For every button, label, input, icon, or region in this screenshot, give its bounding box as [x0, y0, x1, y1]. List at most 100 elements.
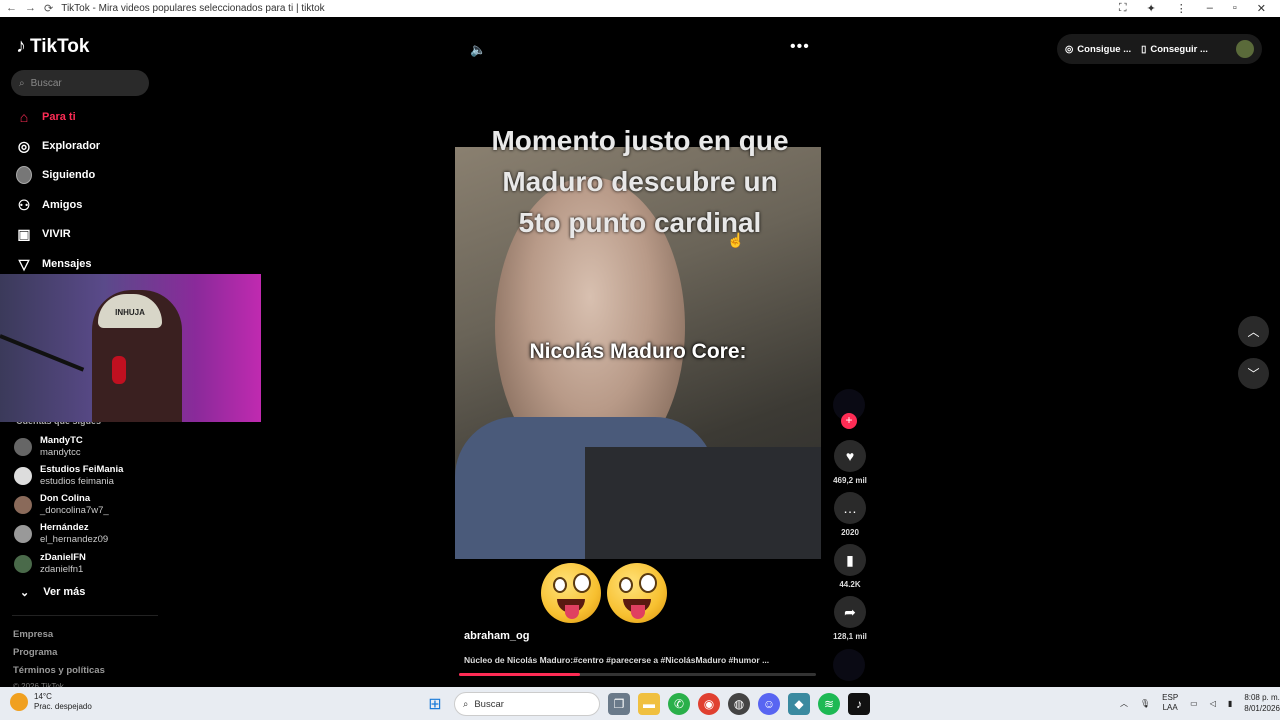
tab-title: TikTok - Mira videos populares seleccion… [61, 3, 325, 14]
search-icon: ⌕ [463, 698, 469, 710]
translate-icon[interactable]: ⛶ [1119, 2, 1127, 15]
volume-icon[interactable]: 🔈 [470, 42, 486, 58]
chevron-up-icon: ︿ [1247, 325, 1260, 339]
sidebar-item-amigos[interactable]: ⚇ Amigos [16, 195, 83, 215]
progress-fill [459, 673, 581, 676]
footer-link-programa[interactable]: Programa [13, 647, 57, 658]
follow-plus-icon[interactable]: + [841, 413, 857, 429]
language-indicator[interactable]: ESP LAA [1162, 693, 1178, 713]
video-background [585, 447, 821, 559]
chrome-icon[interactable]: ◉ [698, 693, 720, 715]
tiktok-note-icon: ♪ [16, 35, 26, 57]
avatar [14, 438, 32, 456]
tiktok-logo[interactable]: ♪ TikTok [16, 35, 89, 58]
see-more-button[interactable]: ⌄ Ver más [20, 586, 85, 599]
get-app-button[interactable]: ▯ Conseguir ... [1141, 44, 1208, 55]
spotify-icon[interactable]: ≋ [818, 693, 840, 715]
previous-video-button[interactable]: ︿ [1238, 316, 1269, 347]
task-view-icon[interactable]: ❐ [608, 693, 630, 715]
comment-button[interactable]: … 2020 [831, 492, 869, 537]
menu-icon[interactable]: ⋮ [1176, 2, 1187, 15]
back-icon[interactable]: ← [6, 2, 17, 15]
minimize-icon[interactable]: – [1207, 2, 1213, 15]
sidebar-item-mensajes[interactable]: ▽ Mensajes [16, 254, 92, 274]
messages-icon: ▽ [18, 255, 30, 272]
speaker-icon[interactable]: ◁ [1210, 699, 1216, 708]
share-button[interactable]: ➦ 128,1 mil [831, 596, 869, 641]
compass-icon: ◎ [17, 137, 31, 154]
friends-icon: ⚇ [17, 196, 31, 213]
following-avatar-icon [16, 166, 32, 184]
network-icon[interactable]: ▭ [1190, 699, 1198, 708]
close-icon[interactable]: ✕ [1257, 2, 1266, 15]
bookmark-icon: ▮ [834, 544, 866, 576]
account-item[interactable]: zDanielFN zdanielfn1 [14, 552, 86, 576]
search-input[interactable] [30, 77, 131, 89]
video-author[interactable]: abraham_og [464, 630, 529, 642]
sound-disc[interactable] [833, 649, 865, 681]
avatar [14, 555, 32, 573]
window-controls: ⛶ ✦ ⋮ – ▫ ✕ [1119, 2, 1280, 15]
tray-chevron-up-icon[interactable]: ︿ [1120, 698, 1128, 709]
phone-icon: ▯ [1141, 43, 1147, 55]
footer-link-terminos[interactable]: Términos y políticas [13, 665, 105, 676]
video-progress-bar[interactable] [459, 673, 816, 676]
search-icon: ⌕ [19, 77, 25, 89]
system-tray: ︿ 🎙 ESP LAA ▭ ◁ ▮ 8:08 p. m. 8/01/2026 [1120, 692, 1280, 714]
video-overlay-text: Nicolás Maduro Core: [529, 340, 747, 363]
share-icon: ➦ [834, 596, 866, 628]
tiktok-app-icon[interactable]: ♪ [848, 693, 870, 715]
browser-nav: ← → ⟳ [0, 2, 53, 15]
emoji-overlay [541, 563, 667, 623]
sidebar-item-siguiendo[interactable]: Siguiendo [16, 165, 95, 185]
taskbar-search[interactable]: ⌕ Buscar [454, 692, 600, 716]
microphone [112, 356, 126, 384]
discord-icon[interactable]: ☺ [758, 693, 780, 715]
footer-link-empresa[interactable]: Empresa [13, 629, 53, 640]
account-item[interactable]: Hernández el_hernandez09 [14, 522, 108, 546]
browser-titlebar: ← → ⟳ TikTok - Mira videos populares sel… [0, 0, 1280, 17]
avatar [14, 525, 32, 543]
microphone-icon[interactable]: 🎙 [1140, 699, 1150, 708]
obs-icon[interactable]: ◍ [728, 693, 750, 715]
battery-icon[interactable]: ▮ [1228, 699, 1232, 708]
sidebar-item-vivir[interactable]: ▣ VIVIR [16, 224, 70, 244]
save-button[interactable]: ▮ 44.2K [831, 544, 869, 589]
coin-icon: ◎ [1065, 43, 1074, 55]
account-item[interactable]: MandyTC mandytcc [14, 435, 83, 459]
comment-icon: … [834, 492, 866, 524]
clock[interactable]: 8:08 p. m. 8/01/2026 [1244, 692, 1280, 714]
video-caption: Momento justo en que Maduro descubre un … [491, 125, 789, 238]
like-button[interactable]: ♥ 469,2 mil [831, 440, 869, 485]
maximize-icon[interactable]: ▫ [1233, 2, 1237, 15]
reload-icon[interactable]: ⟳ [44, 2, 53, 15]
live-icon: ▣ [17, 225, 31, 242]
profile-avatar[interactable] [1236, 40, 1254, 58]
windows-start-icon[interactable]: ⊞ [424, 693, 446, 715]
chevron-down-icon: ﹀ [1247, 367, 1260, 381]
account-item[interactable]: Don Colina _doncolina7w7_ [14, 493, 109, 517]
taskbar: 14°C Prac. despejado ⊞ ⌕ Buscar ❐ ▬ ✆ ◉ ◍ … [0, 687, 1280, 720]
video-description[interactable]: Núcleo de Nicolás Maduro:#centro #parece… [464, 655, 769, 665]
forward-icon[interactable]: → [25, 2, 36, 15]
extensions-icon[interactable]: ✦ [1147, 2, 1156, 15]
next-video-button[interactable]: ﹀ [1238, 358, 1269, 389]
webcam-overlay: INHUJA [0, 274, 261, 422]
get-coins-button[interactable]: ◎ Consigue ... [1065, 44, 1131, 55]
more-options-icon[interactable]: ••• [790, 38, 810, 56]
chevron-down-icon: ⌄ [20, 587, 30, 599]
app-icon[interactable]: ◆ [788, 693, 810, 715]
file-explorer-icon[interactable]: ▬ [638, 693, 660, 715]
account-item[interactable]: Estudios FeiMania estudios feimania [14, 464, 123, 488]
whatsapp-icon[interactable]: ✆ [668, 693, 690, 715]
sidebar-item-explorador[interactable]: ◎ Explorador [16, 136, 100, 156]
mic-stand [0, 334, 85, 372]
weather-widget[interactable]: 14°C Prac. despejado [10, 692, 92, 712]
mouse-cursor: ☝ [727, 232, 745, 248]
heart-icon: ♥ [834, 440, 866, 472]
search-box[interactable]: ⌕ [11, 70, 149, 96]
top-actions: ◎ Consigue ... ▯ Conseguir ... [1057, 34, 1262, 64]
weather-icon [10, 693, 28, 711]
sidebar-item-para-ti[interactable]: ⌂ Para ti [16, 107, 76, 127]
divider [12, 615, 158, 616]
